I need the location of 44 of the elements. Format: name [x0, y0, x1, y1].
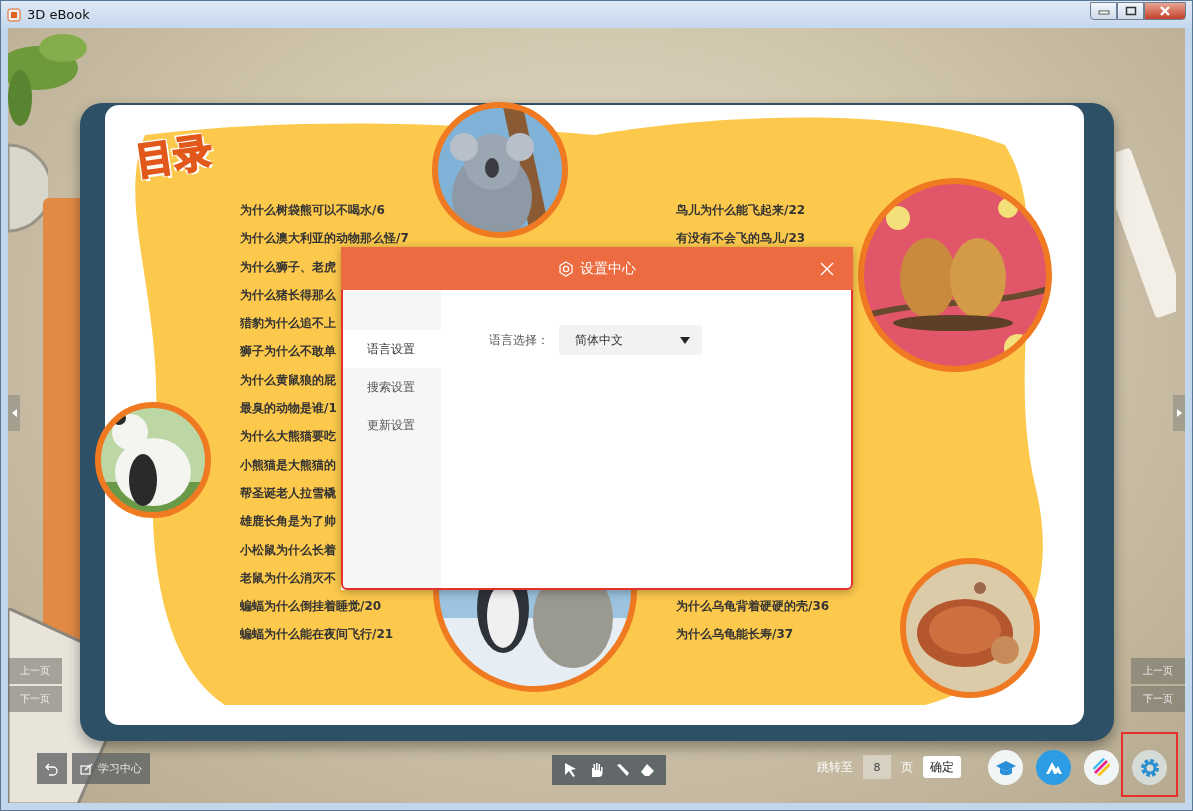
side-tab[interactable]: [8, 395, 20, 431]
app-button[interactable]: [1132, 750, 1167, 785]
app-button[interactable]: [1036, 750, 1071, 785]
contents-entry[interactable]: 蝙蝠为什么倒挂着睡觉/20: [240, 599, 409, 614]
tool-button[interactable]: [638, 761, 657, 779]
close-icon: [820, 262, 834, 276]
contents-entry[interactable]: 有没有不会飞的鸟儿/23: [676, 231, 806, 246]
maximize-button[interactable]: [1117, 1, 1144, 20]
contents-entry[interactable]: 为什么澳大利亚的动物那么怪/7: [240, 231, 409, 246]
contents-heading: 目录: [133, 130, 215, 183]
language-dropdown[interactable]: 简体中文: [559, 325, 702, 355]
window-title: 3D eBook: [27, 7, 91, 22]
caret-icon: [680, 336, 690, 344]
right-arrow-icon: [1176, 409, 1182, 417]
contents-entry[interactable]: 为什么乌龟能长寿/37: [676, 627, 830, 642]
contents-entry[interactable]: 为什么树袋熊可以不喝水/6: [240, 203, 409, 217]
contents-entry[interactable]: 鸟儿为什么能飞起来/22: [676, 203, 806, 217]
undo-button[interactable]: [37, 753, 67, 784]
page-unit-label: 页: [901, 758, 913, 776]
app-button[interactable]: [988, 750, 1023, 785]
dropdown-value: 简体中文: [575, 331, 623, 349]
settings-icon: [558, 260, 574, 277]
undo-icon: [45, 761, 59, 776]
app-logo-icon: [7, 7, 21, 22]
eraser-icon: [638, 761, 657, 779]
settings-tab[interactable]: 语言设置: [341, 330, 441, 368]
field-label: 语言选择：: [489, 332, 549, 349]
close-button[interactable]: [1144, 1, 1186, 20]
jump-label: 跳转至: [817, 758, 853, 776]
app-button[interactable]: [1084, 750, 1119, 785]
settings-tab[interactable]: 更新设置: [341, 406, 441, 444]
dialog-title: 设置中心: [580, 259, 636, 278]
confirm-button[interactable]: 确定: [923, 756, 961, 778]
left-arrow-icon: [11, 409, 17, 417]
contents-entry[interactable]: 为什么乌龟背着硬硬的壳/36: [676, 599, 830, 613]
edit-icon: [80, 762, 93, 775]
maximize-icon: [1124, 5, 1137, 16]
side-tab[interactable]: [1173, 395, 1185, 431]
contents-entry[interactable]: 蝙蝠为什么能在夜间飞行/21: [240, 627, 409, 642]
study-center-button[interactable]: 学习中心: [72, 753, 150, 784]
close-icon: [1159, 5, 1171, 16]
page-number-field[interactable]: 8: [863, 755, 891, 779]
settings-tab[interactable]: 搜索设置: [341, 368, 441, 406]
minimize-button[interactable]: [1090, 1, 1117, 20]
